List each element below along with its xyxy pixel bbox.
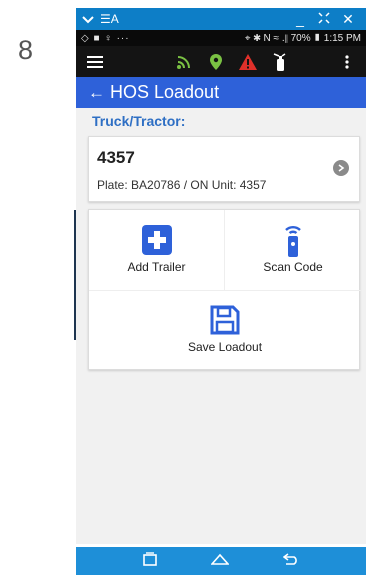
chevron-right-icon[interactable] <box>333 160 349 176</box>
window-app-name: ☰A <box>100 12 119 26</box>
back-arrow-icon[interactable]: ← <box>88 83 110 103</box>
restore-button[interactable] <box>312 11 336 27</box>
save-floppy-icon <box>210 304 240 336</box>
truck-number: 4357 <box>97 148 135 167</box>
overflow-menu-icon[interactable] <box>336 51 358 73</box>
add-box-icon <box>141 224 172 256</box>
truck-card[interactable]: 4357 Plate: BA20786 / ON Unit: 4357 <box>88 136 360 202</box>
status-bar: ◇ ■ ♀ ··· ⌖ ✱ N ≈ .∥ 70% ▮ 1:15 PM <box>76 30 366 46</box>
minimize-button[interactable]: _ <box>288 11 312 27</box>
scan-code-button[interactable]: Scan Code <box>225 210 361 291</box>
status-left-icons: ◇ ■ ♀ ··· <box>81 32 130 44</box>
truck-section-label: Truck/Tractor: <box>92 113 186 129</box>
app-toolbar <box>76 46 366 77</box>
scanner-remote-icon <box>282 224 304 257</box>
menu-icon[interactable] <box>84 51 106 73</box>
actions-card: Add Trailer Scan Code Save Loadout <box>88 209 361 371</box>
status-right-info: ⌖ ✱ N ≈ .∥ 70% ▮ 1:15 PM <box>244 32 361 44</box>
step-number: 8 <box>18 35 34 65</box>
recent-apps-icon[interactable] <box>143 551 157 571</box>
close-button[interactable]: ✕ <box>336 11 360 28</box>
location-pin-icon[interactable] <box>205 51 227 73</box>
system-nav-bar <box>76 547 366 575</box>
add-trailer-button[interactable]: Add Trailer <box>89 210 225 291</box>
window-title-bar: ☰A _ ✕ <box>76 8 366 30</box>
save-loadout-button[interactable]: Save Loadout <box>89 291 361 371</box>
chevron-down-icon[interactable] <box>82 11 100 27</box>
warning-icon[interactable] <box>237 51 259 73</box>
main-content: Truck/Tractor: 4357 Plate: BA20786 / ON … <box>76 108 366 544</box>
back-nav-icon[interactable] <box>282 552 299 570</box>
app-bar: ← HOS Loadout <box>76 77 366 108</box>
truck-details: Plate: BA20786 / ON Unit: 4357 <box>97 178 267 192</box>
home-icon[interactable] <box>210 552 230 570</box>
page-title: HOS Loadout <box>110 82 220 102</box>
add-trailer-label: Add Trailer <box>127 260 186 274</box>
save-loadout-label: Save Loadout <box>187 340 263 354</box>
fire-extinguisher-icon[interactable] <box>269 51 291 73</box>
phone-screen: ☰A _ ✕ ◇ ■ ♀ ··· ⌖ ✱ N ≈ .∥ 70% ▮ 1:15 P… <box>76 8 366 575</box>
signal-icon[interactable] <box>173 51 195 73</box>
scan-code-label: Scan Code <box>263 260 323 274</box>
